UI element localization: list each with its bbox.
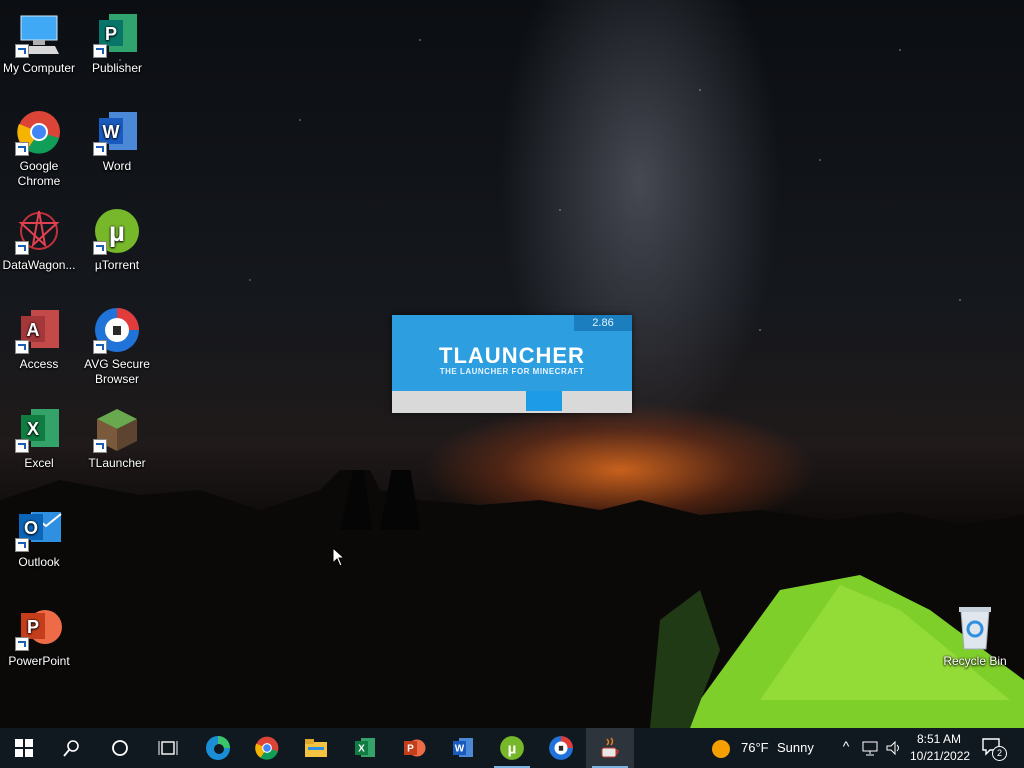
svg-text:P: P [27, 617, 39, 637]
task-view-icon [158, 741, 178, 755]
avg-browser-icon [549, 736, 573, 760]
desktop-icon-label: TLauncher [88, 456, 146, 470]
taskbar-excel[interactable]: X [341, 728, 389, 768]
file-explorer-icon [305, 739, 327, 757]
task-view-button[interactable] [144, 728, 192, 768]
desktop-icon-access[interactable]: A Access [0, 306, 78, 372]
notification-count-badge: 2 [992, 746, 1007, 761]
desktop-icon-avg-secure-browser[interactable]: AVG Secure Browser [78, 306, 156, 387]
splash-title: TLAUNCHER [439, 343, 585, 368]
excel-icon: X [355, 738, 375, 757]
mouse-cursor-icon [332, 547, 346, 567]
publisher-icon: P [93, 10, 141, 58]
network-icon[interactable] [862, 740, 880, 756]
svg-text:A: A [27, 320, 40, 340]
edge-icon [206, 736, 230, 760]
svg-text:P: P [407, 744, 414, 755]
desktop-icon-label: Publisher [91, 61, 143, 75]
desktop-icon-excel[interactable]: X Excel [0, 405, 78, 471]
utorrent-icon: µ [500, 736, 524, 760]
taskbar-java[interactable] [586, 728, 634, 768]
splash-subtitle: THE LAUNCHER FOR MINECRAFT [439, 367, 585, 376]
desktop-icon-outlook[interactable]: O Outlook [0, 504, 78, 570]
notification-center-button[interactable]: 2 [982, 738, 1007, 761]
taskbar-avg-browser[interactable] [537, 728, 585, 768]
taskbar-chrome[interactable] [243, 728, 291, 768]
weather-temperature[interactable]: 76°F [741, 740, 769, 755]
desktop-icon-label: Recycle Bin [943, 654, 1007, 668]
desktop-icon-label: Word [102, 159, 132, 173]
desktop-icon-label: DataWagon... [2, 258, 76, 272]
desktop-icon-publisher[interactable]: P Publisher [78, 10, 156, 76]
desktop-icon-label: Outlook [18, 555, 60, 569]
chevron-up-icon[interactable]: ^ [838, 738, 854, 758]
taskbar-file-explorer[interactable] [292, 728, 340, 768]
desktop-icon-label: PowerPoint [8, 654, 70, 668]
desktop-icon-label: µTorrent [94, 258, 140, 272]
taskbar-edge[interactable] [194, 728, 242, 768]
word-icon: W [453, 738, 473, 757]
desktop-icon-tlauncher[interactable]: TLauncher [78, 405, 156, 471]
desktop-icon-google-chrome[interactable]: Google Chrome [0, 108, 78, 189]
taskbar-utorrent[interactable]: µ [488, 728, 536, 768]
weather-condition[interactable]: Sunny [777, 740, 814, 755]
powerpoint-icon: P [404, 739, 426, 757]
desktop-icon-label: Google Chrome [17, 159, 61, 188]
taskbar-powerpoint[interactable]: P [390, 728, 438, 768]
avg-browser-icon [93, 306, 141, 354]
chrome-icon [255, 736, 279, 760]
chrome-icon [15, 108, 63, 156]
taskbar-word[interactable]: W [439, 728, 487, 768]
svg-text:X: X [358, 744, 365, 755]
version-badge: 2.86 [574, 315, 632, 331]
clock-date[interactable]: 10/21/2022 [910, 749, 970, 763]
datawagon-icon [15, 207, 63, 255]
svg-text:P: P [105, 24, 117, 44]
cortana-button[interactable] [96, 728, 144, 768]
computer-icon [15, 10, 63, 58]
desktop-icon-recycle-bin[interactable]: Recycle Bin [936, 603, 1014, 669]
minecraft-block-icon [93, 405, 141, 453]
desktop-icon-label: AVG Secure Browser [84, 357, 150, 386]
loading-progress-bar [392, 391, 632, 413]
recycle-bin-icon [951, 603, 999, 651]
cortana-icon [112, 740, 128, 756]
svg-text:W: W [103, 122, 120, 142]
start-button[interactable] [0, 728, 48, 768]
taskbar: X P W µ 76°F Sunny ^ 8:51 AM 10/21/2022 … [0, 728, 1024, 768]
svg-text:W: W [455, 744, 465, 755]
word-icon: W [93, 108, 141, 156]
desktop-icon-datawagon[interactable]: DataWagon... [0, 207, 78, 273]
svg-text:X: X [27, 419, 39, 439]
desktop-icon-label: Access [19, 357, 59, 371]
loading-progress-fill [526, 391, 563, 411]
search-icon [63, 740, 79, 757]
windows-start-icon [15, 739, 33, 757]
tlauncher-splash-window: 2.86 TLAUNCHER THE LAUNCHER FOR MINECRAF… [392, 315, 632, 413]
desktop-icon-label: My Computer [2, 61, 76, 75]
excel-icon: X [15, 405, 63, 453]
desktop-icon-my-computer[interactable]: My Computer [0, 10, 78, 76]
svg-text:µ: µ [109, 216, 125, 247]
wallpaper-landscape [0, 470, 1024, 728]
access-icon: A [15, 306, 63, 354]
svg-text:O: O [24, 518, 38, 538]
outlook-icon: O [15, 504, 63, 552]
desktop-icon-word[interactable]: W Word [78, 108, 156, 174]
utorrent-icon: µ [93, 207, 141, 255]
desktop-icon-utorrent[interactable]: µ µTorrent [78, 207, 156, 273]
svg-text:µ: µ [508, 740, 517, 757]
java-icon [601, 737, 619, 758]
weather-sun-icon[interactable] [712, 740, 730, 758]
desktop-icon-powerpoint[interactable]: P PowerPoint [0, 603, 78, 669]
desktop-icon-label: Excel [24, 456, 54, 470]
powerpoint-icon: P [15, 603, 63, 651]
clock-time[interactable]: 8:51 AM [917, 732, 961, 746]
volume-icon[interactable] [885, 740, 903, 756]
search-button[interactable] [48, 728, 96, 768]
